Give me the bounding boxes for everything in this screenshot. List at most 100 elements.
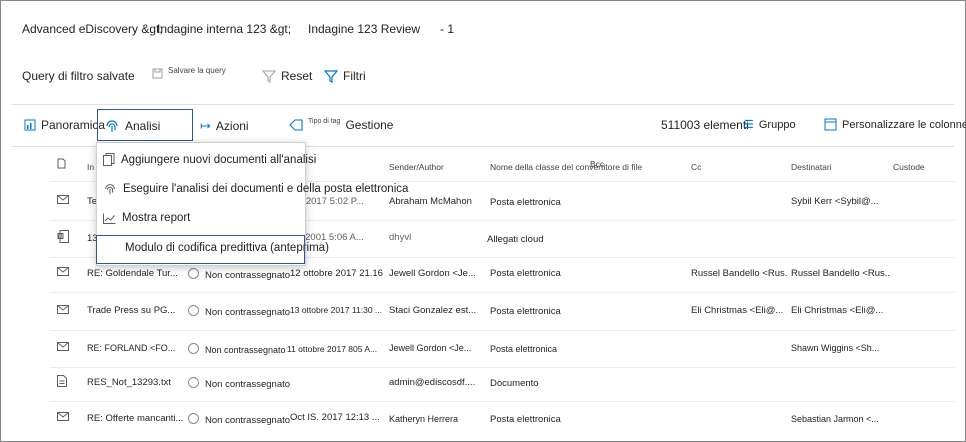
reset-button[interactable]: Reset [262,69,312,83]
mail-icon [57,412,69,424]
arrow-right-icon: ↦ [200,118,211,133]
row-tag[interactable]: Non contrassegnato [188,268,290,281]
row-recipients: Shawn Wiggins <Sh... [791,343,880,353]
column-header-bcc[interactable]: Bcc [590,159,604,169]
file-type-column-icon [57,158,66,171]
row-cc: Eli Christmas <Eli@... [691,305,784,316]
row-date: Oct IS. 2017 12:13 ... [290,412,380,423]
menu-item-add-documents[interactable]: Aggiungere nuovi documenti all'analisi [103,153,316,166]
row-sender: Katheryn Herrera [389,414,459,424]
row-divider [50,292,955,293]
column-header-cc[interactable]: Cc [691,162,701,172]
row-class: Posta elettronica [490,197,561,208]
mail-icon [57,267,69,279]
tab-analytics[interactable]: Analisi [104,118,160,134]
row-tag-label: Non contrassegnato [205,379,291,390]
row-recipients: Eli Christmas <Eli@... [791,305,884,316]
row-subject: RE: Goldendale Tur... [87,268,178,279]
row-tag[interactable]: Non contrassegnato [188,377,290,390]
reset-label: Reset [281,69,313,83]
column-header-sender[interactable]: Sender/Author [389,162,444,172]
row-sender: Jewell Gordon <Je... [389,268,476,279]
customize-columns-label: Personalizzare le colonne [842,118,966,131]
item-count-label: 511003 elementi [661,118,749,132]
row-subject: RE: FORLAND <FO... [87,343,176,353]
row-tag-label: Non contrassegnato [205,270,291,281]
columns-icon [824,118,837,131]
row-cc: Russel Bandello <Rus... [691,268,787,279]
toolbar-divider [12,104,954,105]
row-class: Posta elettronica [490,414,561,425]
row-sender: dhyvl [389,232,412,243]
group-label: Gruppo [758,118,796,131]
line-chart-icon [103,213,116,224]
menu-item-show-report[interactable]: Mostra report [103,212,190,224]
tab-tag-manage[interactable]: Tipo di tag Gestione [289,118,393,132]
row-tag[interactable]: Non contrassegnato [188,413,290,426]
filter-icon [324,69,338,83]
breadcrumb-advanced-ediscovery[interactable]: Advanced eDiscovery &gt; [22,22,163,36]
row-subject: RE: Offerte mancanti... [87,413,183,424]
row-divider [50,401,955,402]
tab-analytics-label: Analisi [125,119,161,133]
column-header-recipients[interactable]: Destinatari [791,162,832,172]
breadcrumb-review-set: Indagine 123 Review [308,22,421,36]
save-icon [152,68,163,79]
row-tag-label: Non contrassegnato [205,415,291,426]
row-divider [50,367,955,368]
menu-item-run-analytics-label: Eseguire l'analisi dei documenti e della… [123,183,409,195]
row-tag[interactable]: Non contrassegnato [188,305,290,318]
tag-radio[interactable] [188,377,199,388]
row-date: 13 ottobre 2017 11:30 ... [290,305,382,315]
mail-icon [57,195,69,207]
row-class: Allegati cloud [487,234,544,245]
row-date: 11 ottobre 2017 805 A... [287,344,378,354]
row-date: 12 ottobre 2017 21.16 [290,268,383,279]
row-class: Documento [490,378,539,389]
tag-type-label: Tipo di tag [308,117,341,125]
customize-columns-button[interactable]: Personalizzare le colonne [824,118,966,131]
manage-label: Gestione [345,118,394,132]
save-query-button[interactable]: Salvare la query [152,66,226,79]
filter-reset-icon [262,70,276,83]
row-class: Posta elettronica [490,268,561,279]
menu-item-show-report-label: Mostra report [122,212,191,224]
row-class: Posta elettronica [490,306,561,317]
filters-label: Filtri [343,69,366,83]
column-header-class[interactable]: Nome della classe del convertitore di fi… [490,162,642,172]
row-sender: Abraham McMahon [389,196,472,207]
row-divider [50,330,955,331]
tag-radio[interactable] [188,343,199,354]
saved-filter-queries-dropdown[interactable]: Query di filtro salvate [22,69,135,83]
tab-actions-label: Azioni [215,119,249,133]
tab-actions[interactable]: ↦ Azioni [200,118,249,134]
analytics-fingerprint-icon [105,184,115,195]
tab-overview[interactable]: Panoramica [24,118,105,132]
row-subject: RES_Not_13293.txt [87,377,171,388]
row-class: Posta elettronica [490,344,558,354]
analytics-fingerprint-icon [106,120,118,132]
document-icon [57,375,67,390]
row-subject: Trade Press su PG... [87,305,176,316]
svg-text:W: W [59,234,64,240]
breadcrumb-suffix: - 1 [440,22,455,36]
add-documents-icon [103,153,115,166]
row-tag-label: Non contrassegnato [205,345,286,355]
group-button[interactable]: ☰ Gruppo [744,118,796,132]
breadcrumb-case[interactable]: Indagine interna 123 &gt; [157,22,291,36]
row-tag[interactable]: Non contrassegnato [188,343,286,355]
word-doc-icon: W [57,230,69,246]
row-tag-label: Non contrassegnato [205,307,291,318]
tab-overview-label: Panoramica [41,118,106,132]
menu-item-run-analytics[interactable]: Eseguire l'analisi dei documenti e della… [103,182,408,196]
column-header-custodian[interactable]: Custode [893,162,925,172]
row-sender: admin@ediscosdf.... [389,377,476,388]
tag-radio[interactable] [188,305,199,316]
tag-radio[interactable] [188,268,199,279]
tag-radio[interactable] [188,413,199,424]
filters-button[interactable]: Filtri [324,69,366,83]
chart-icon [24,119,36,131]
row-recipients: Sebastian Jarmon <... [791,414,879,424]
row-recipients: Sybil Kerr <Sybil@... [791,196,879,207]
tag-icon [289,119,303,131]
